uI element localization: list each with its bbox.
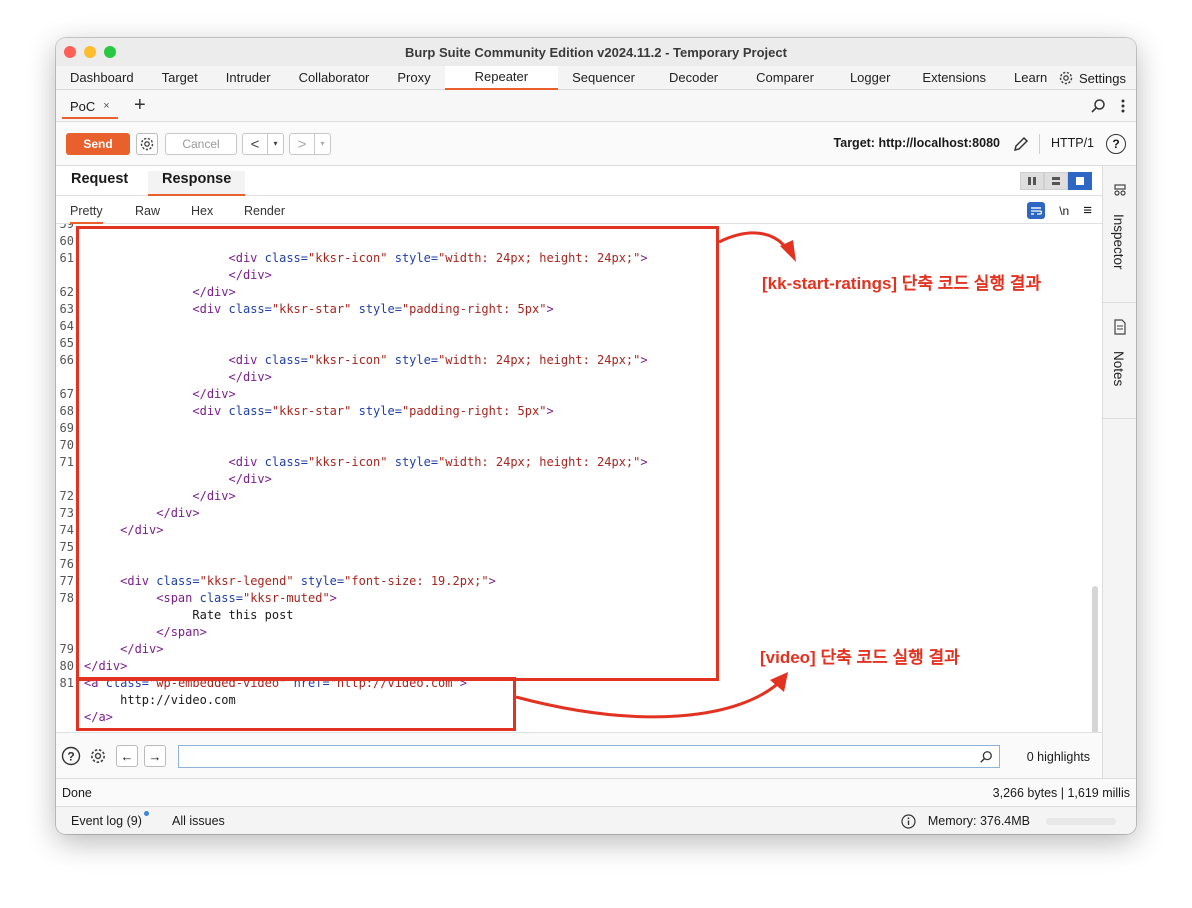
video-annotation: [video] 단축 코드 실행 결과 (760, 648, 960, 667)
rating-arrow (718, 231, 792, 255)
rating-annotation: [kk-start-ratings] 단축 코드 실행 결과 (762, 274, 1042, 293)
annotation-arrows (515, 231, 796, 719)
video-arrow (515, 678, 784, 719)
